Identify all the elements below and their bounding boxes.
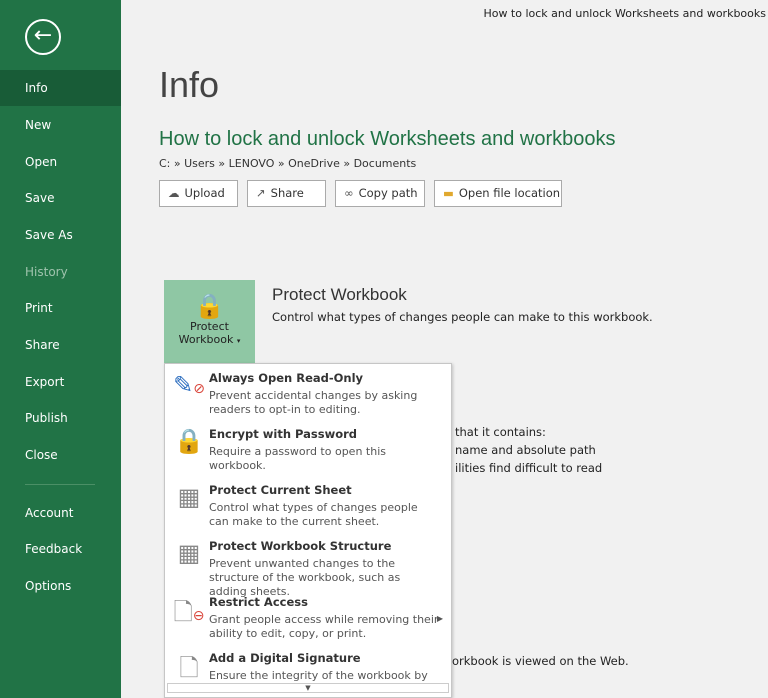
share-button[interactable]: ↗ Share: [247, 180, 326, 207]
inspect-text: that it contains:: [455, 425, 546, 439]
menu-item-title: Protect Workbook Structure: [209, 539, 392, 553]
sidebar-item-account[interactable]: Account: [0, 495, 121, 531]
share-icon: ↗: [256, 186, 266, 200]
menu-item-protect-workbook-structure[interactable]: ▦ Protect Workbook Structure Prevent unw…: [165, 536, 451, 598]
sheet-lock-icon: ▦: [177, 539, 201, 567]
menu-item-title: Add a Digital Signature: [209, 651, 361, 665]
sidebar-item-close[interactable]: Close: [0, 437, 121, 473]
sidebar-item-options[interactable]: Options: [0, 568, 121, 604]
upload-button[interactable]: ☁ Upload: [159, 180, 238, 207]
protect-label-1: Protect: [190, 320, 229, 333]
menu-item-description: Prevent accidental changes by asking rea…: [209, 389, 418, 416]
copy-path-label: Copy path: [358, 186, 418, 200]
protect-workbook-button[interactable]: 🔒 Protect Workbook ▾: [164, 280, 255, 363]
window-title: How to lock and unlock Worksheets and wo…: [483, 7, 766, 20]
submenu-arrow-icon: ▶: [436, 614, 443, 623]
open-location-label: Open file location: [458, 186, 561, 200]
pencil-no-icon: ✎⊘: [173, 371, 205, 399]
menu-item-title: Encrypt with Password: [209, 427, 358, 441]
document-ribbon-icon: 🗋: [179, 654, 199, 682]
copy-path-button[interactable]: ∞ Copy path: [335, 180, 425, 207]
menu-item-protect-current-sheet[interactable]: ▦ Protect Current Sheet Control what typ…: [165, 480, 451, 536]
menu-item-description: Require a password to open this workbook…: [209, 445, 386, 472]
back-arrow-icon[interactable]: ←: [25, 19, 61, 55]
menu-item-description: Grant people access while removing their…: [209, 613, 439, 640]
scroll-down-button[interactable]: ▼: [167, 683, 449, 693]
menu-item-encrypt-with-password[interactable]: 🔒 Encrypt with Password Require a passwo…: [165, 424, 451, 480]
sidebar-item-history: History: [25, 265, 68, 279]
divider: [25, 484, 95, 485]
browser-view-text: orkbook is viewed on the Web.: [452, 654, 629, 668]
menu-item-description: Control what types of changes people can…: [209, 501, 418, 528]
sheet-lock-icon: ▦: [177, 483, 201, 511]
sidebar-item-export[interactable]: Export: [0, 364, 121, 400]
upload-label: Upload: [184, 186, 225, 200]
lock-icon: 🔒: [194, 292, 225, 320]
lock-key-icon: 🔒: [174, 427, 204, 455]
cloud-upload-icon: ☁: [168, 186, 180, 200]
share-label: Share: [270, 186, 304, 200]
document-restrict-icon: 🗋⊖: [173, 598, 205, 626]
menu-item-title: Restrict Access: [209, 595, 308, 609]
sidebar-item-feedback[interactable]: Feedback: [0, 531, 121, 567]
link-icon: ∞: [344, 186, 354, 200]
chevron-down-icon: ▾: [236, 337, 241, 345]
menu-item-restrict-access[interactable]: 🗋⊖ Restrict Access Grant people access w…: [165, 592, 451, 648]
protect-title: Protect Workbook: [272, 285, 407, 304]
page-title: Info: [159, 64, 220, 105]
sidebar-item-open[interactable]: Open: [0, 144, 121, 180]
sidebar-item-save[interactable]: Save: [0, 180, 121, 216]
menu-item-title: Always Open Read-Only: [209, 371, 364, 385]
sidebar-item-publish[interactable]: Publish: [0, 400, 121, 436]
document-title: How to lock and unlock Worksheets and wo…: [159, 128, 616, 150]
sidebar-item-new[interactable]: New: [0, 107, 121, 143]
sidebar-item-info[interactable]: Info: [0, 70, 121, 106]
inspect-text: name and absolute path: [455, 443, 596, 457]
sidebar-item-save-as[interactable]: Save As: [0, 217, 121, 253]
inspect-text: ilities find difficult to read: [455, 461, 603, 475]
sidebar: ← Info New Open Save Save As History Pri…: [0, 0, 121, 698]
menu-item-description: Ensure the integrity of the workbook by: [209, 669, 428, 682]
sidebar-item-share[interactable]: Share: [0, 327, 121, 363]
sidebar-item-print[interactable]: Print: [0, 290, 121, 326]
folder-icon: ▬: [443, 186, 454, 200]
open-file-location-button[interactable]: ▬ Open file location: [434, 180, 562, 207]
protect-description: Control what types of changes people can…: [272, 310, 653, 324]
menu-item-title: Protect Current Sheet: [209, 483, 352, 497]
protect-label-2: Workbook: [178, 333, 234, 346]
breadcrumb: C: » Users » LENOVO » OneDrive » Documen…: [159, 157, 417, 170]
protect-workbook-menu: ✎⊘ Always Open Read-Only Prevent acciden…: [164, 363, 452, 698]
menu-item-always-open-read-only[interactable]: ✎⊘ Always Open Read-Only Prevent acciden…: [165, 368, 451, 424]
